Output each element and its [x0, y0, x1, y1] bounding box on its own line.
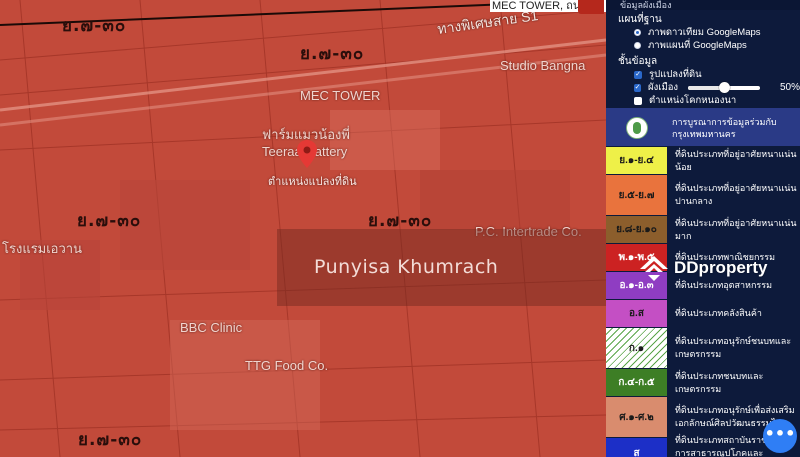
- zone-label: ย.๗-๓๐: [78, 430, 143, 450]
- legend-swatch: ก.๑: [606, 328, 667, 368]
- basemap-option-map[interactable]: ภาพแผนที่ GoogleMaps: [634, 39, 800, 52]
- brand-logo: DDproperty: [638, 251, 768, 285]
- place-label: BBC Clinic: [180, 320, 243, 335]
- pin-caption: ตำแหน่งแปลงที่ดิน: [268, 176, 357, 188]
- legend-desc: ที่ดินประเภทชนบทและเกษตรกรรม: [667, 369, 800, 396]
- legend-desc: ที่ดินประเภทคลังสินค้า: [667, 300, 800, 327]
- legend-swatch: ย.๑-ย.๔: [606, 147, 667, 174]
- layers-title: ชั้นข้อมูล: [618, 56, 658, 67]
- place-label: TTG Food Co.: [245, 358, 329, 373]
- legend-swatch: ส: [606, 438, 667, 457]
- watermark-agent-name: Punyisa Khumrach: [314, 256, 499, 278]
- panel-header[interactable]: ข้อมูลผังเมือง: [606, 0, 800, 10]
- legend-swatch: ก.๔-ก.๕: [606, 369, 667, 396]
- opacity-slider-thumb[interactable]: [719, 81, 731, 93]
- legend-desc: ที่ดินประเภทที่อยู่อาศัยหนาแน่นน้อย: [667, 147, 800, 174]
- legend-row: ก.๑ ที่ดินประเภทอนุรักษ์ชนบทและเกษตรกรรม: [606, 327, 800, 368]
- legend-desc: ที่ดินประเภทอนุรักษ์ชนบทและเกษตรกรรม: [667, 328, 800, 368]
- checkbox-unchecked-icon[interactable]: [634, 96, 642, 105]
- map-canvas[interactable]: ย.๗-๓๐ ย.๗-๓๐ ย.๗-๓๐ ย.๗-๓๐ ย.๗-๓๐ ทางพิ…: [0, 0, 606, 457]
- place-label: โรงแรมเอวาน: [2, 241, 82, 256]
- layer-label: ตำแหน่งโคกหนองนา: [649, 95, 737, 106]
- opacity-slider[interactable]: [688, 81, 760, 93]
- legend-row: อ.ส ที่ดินประเภทคลังสินค้า: [606, 299, 800, 327]
- partner-banner: การบูรณาการข้อมูลร่วมกับกรุงเทพมหานคร: [606, 108, 800, 148]
- zoning-legend: ย.๑-ย.๔ ที่ดินประเภทที่อยู่อาศัยหนาแน่นน้…: [606, 146, 800, 457]
- legend-row: ก.๔-ก.๕ ที่ดินประเภทชนบทและเกษตรกรรม: [606, 368, 800, 396]
- zone-label: ย.๗-๓๐: [62, 16, 127, 36]
- brand-name: DDproperty: [674, 258, 768, 277]
- legend-swatch: ย.๘-ย.๑๐: [606, 216, 667, 243]
- legend-swatch: อ.ส: [606, 300, 667, 327]
- layers-icon[interactable]: [578, 0, 604, 14]
- legend-swatch: ย.๕-ย.๗: [606, 175, 667, 215]
- partner-text: การบูรณาการข้อมูลร่วมกับกรุงเทพมหานคร: [672, 117, 777, 139]
- legend-desc: ที่ดินประเภทที่อยู่อาศัยหนาแน่นปานกลาง: [667, 175, 800, 215]
- layer-nongbon[interactable]: ตำแหน่งโคกหนองนา: [634, 94, 800, 107]
- radio-selected-icon[interactable]: [634, 29, 641, 36]
- place-label: Studio Bangna: [500, 58, 586, 73]
- checkbox-checked-icon[interactable]: ✓: [634, 70, 642, 79]
- legend-row: ย.๘-ย.๑๐ ที่ดินประเภทที่อยู่อาศัยหนาแน่นม…: [606, 215, 800, 243]
- legend-row: ย.๑-ย.๔ ที่ดินประเภทที่อยู่อาศัยหนาแน่นน้…: [606, 146, 800, 174]
- zone-label: ย.๗-๓๐: [77, 211, 142, 231]
- cityplan-panel: ข้อมูลผังเมือง แผนที่ฐาน ภาพดาวเทียม Goo…: [606, 0, 800, 457]
- legend-swatch: ศ.๑-ศ.๒: [606, 397, 667, 437]
- legend-desc: ที่ดินประเภทที่อยู่อาศัยหนาแน่นมาก: [667, 216, 800, 243]
- place-label: MEC TOWER: [300, 88, 381, 103]
- bma-logo-icon: [626, 117, 648, 139]
- radio-unselected-icon[interactable]: [634, 42, 641, 49]
- option-label: ภาพแผนที่ GoogleMaps: [648, 40, 747, 51]
- chat-more-button[interactable]: •••: [763, 419, 797, 453]
- legend-row: ย.๕-ย.๗ ที่ดินประเภทที่อยู่อาศัยหนาแน่นปา…: [606, 174, 800, 215]
- zone-label: ย.๗-๓๐: [300, 44, 365, 64]
- ddproperty-logo-icon: [640, 256, 668, 281]
- opacity-value: 50%: [779, 82, 800, 93]
- checkbox-checked-icon[interactable]: ✓: [634, 83, 642, 92]
